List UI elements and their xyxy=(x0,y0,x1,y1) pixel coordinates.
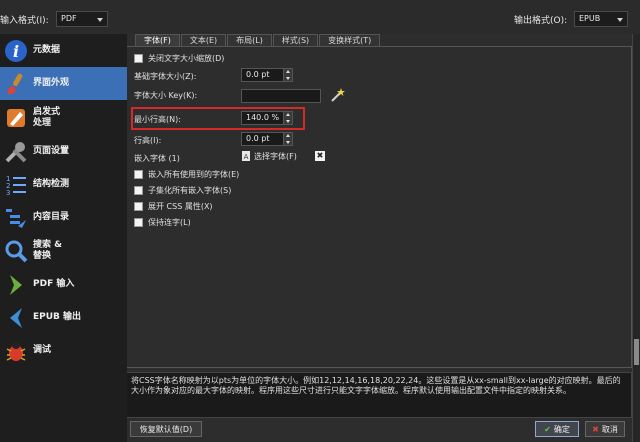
keep-ligatures-checkbox[interactable]: 保持连字(L) xyxy=(134,217,191,228)
sidebar-item-label: 内容目录 xyxy=(33,212,70,222)
sidebar-item-look-feel[interactable]: 界面外观 xyxy=(0,67,127,100)
numbered-list-icon: 123 xyxy=(3,172,29,198)
chevron-down-icon xyxy=(97,18,103,22)
magnifier-icon xyxy=(3,238,29,264)
sidebar-item-label: 元数据 xyxy=(33,45,61,55)
line-height-value: 0.0 pt xyxy=(246,134,270,143)
sidebar-item-structure[interactable]: 123 结构检测 xyxy=(0,168,127,201)
vertical-scrollbar[interactable] xyxy=(632,34,640,442)
sidebar-item-debug[interactable]: 调试 xyxy=(0,334,127,367)
font-key-label: 字体大小 Key(K): xyxy=(134,91,198,100)
chevron-down-icon xyxy=(617,18,623,22)
svg-text:i: i xyxy=(13,42,19,61)
input-format-select[interactable]: PDF xyxy=(56,11,108,27)
tab-styling[interactable]: 样式(S) xyxy=(272,34,319,46)
subset-fonts-checkbox[interactable]: 子集化所有嵌入字体(S) xyxy=(134,185,231,196)
sidebar-item-search-replace[interactable]: 搜索 & 替换 xyxy=(0,234,127,268)
svg-text:3: 3 xyxy=(6,189,10,197)
expand-css-label: 展开 CSS 属性(X) xyxy=(148,202,213,211)
sidebar: i 元数据 界面外观 启发式 处理 页面设置 123 结构检测 内容目录 搜索 … xyxy=(0,34,127,442)
tools-icon xyxy=(3,139,29,165)
scrollbar-thumb[interactable] xyxy=(634,339,639,365)
pencil-icon xyxy=(3,105,29,131)
output-format-select[interactable]: EPUB xyxy=(574,11,628,27)
disable-scaling-label: 关闭文字大小缩放(D) xyxy=(148,54,225,63)
checkbox-box[interactable] xyxy=(134,218,143,227)
paintbrush-icon xyxy=(3,71,29,97)
sidebar-item-label: EPUB 输出 xyxy=(33,312,82,322)
line-height-spinbox[interactable]: 0.0 pt xyxy=(241,132,293,146)
sidebar-item-metadata[interactable]: i 元数据 xyxy=(0,34,127,67)
keep-ligatures-label: 保持连字(L) xyxy=(148,218,191,227)
help-text-box: 将CSS字体名称映射为以pts为单位的字体大小。例如12,12,14,16,18… xyxy=(127,372,632,418)
expand-css-checkbox[interactable]: 展开 CSS 属性(X) xyxy=(134,201,213,212)
tab-font[interactable]: 字体(F) xyxy=(135,34,180,46)
output-format-value: EPUB xyxy=(579,14,601,23)
sidebar-item-label: PDF 输入 xyxy=(33,279,75,289)
font-settings-panel: 关闭文字大小缩放(D) 基础字体大小(Z): 0.0 pt 字体大小 Key(K… xyxy=(127,46,632,368)
base-size-value: 0.0 pt xyxy=(246,70,270,79)
sidebar-item-label: 调试 xyxy=(33,345,52,355)
subset-fonts-label: 子集化所有嵌入字体(S) xyxy=(148,186,232,195)
sidebar-item-pdf-input[interactable]: PDF 输入 xyxy=(0,268,127,301)
checkmark-icon: ✔ xyxy=(544,424,551,434)
sidebar-item-page-setup[interactable]: 页面设置 xyxy=(0,135,127,168)
checkbox-box[interactable] xyxy=(134,186,143,195)
output-format-label: 输出格式(O): xyxy=(514,16,568,26)
spinner-arrows-icon[interactable] xyxy=(283,69,292,81)
arrow-out-icon xyxy=(3,305,29,331)
embed-all-checkbox[interactable]: 嵌入所有使用到的字体(E) xyxy=(134,169,239,180)
sidebar-item-epub-output[interactable]: EPUB 输出 xyxy=(0,301,127,334)
disable-scaling-checkbox[interactable]: 关闭文字大小缩放(D) xyxy=(134,53,224,64)
font-key-input[interactable] xyxy=(241,89,321,103)
checkbox-box[interactable] xyxy=(134,202,143,211)
line-height-label: 行高(I): xyxy=(134,136,162,145)
restore-defaults-button[interactable]: 恢复默认值(D) xyxy=(130,421,202,437)
sidebar-item-label: 启发式 处理 xyxy=(33,107,61,128)
magic-wand-icon[interactable] xyxy=(329,87,345,103)
sidebar-item-label: 结构检测 xyxy=(33,179,70,189)
sidebar-item-heuristics[interactable]: 启发式 处理 xyxy=(0,101,127,135)
embed-all-label: 嵌入所有使用到的字体(E) xyxy=(148,170,240,179)
checkbox-box[interactable] xyxy=(134,170,143,179)
min-line-height-label: 最小行高(N): xyxy=(134,115,181,124)
format-bar: 输入格式(I): PDF 输出格式(O): EPUB xyxy=(0,0,640,34)
main-panel: 字体(F) 文本(E) 布局(L) 样式(S) 变换样式(T) 关闭文字大小缩放… xyxy=(127,34,640,442)
min-line-height-spinbox[interactable]: 140.0 % xyxy=(241,111,293,125)
font-file-icon: A xyxy=(241,151,251,161)
spinner-arrows-icon[interactable] xyxy=(283,112,292,124)
tab-layout[interactable]: 布局(L) xyxy=(227,34,272,46)
tab-text[interactable]: 文本(E) xyxy=(180,34,227,46)
svg-text:A: A xyxy=(244,153,249,161)
sidebar-item-label: 界面外观 xyxy=(33,78,70,88)
tab-bar: 字体(F) 文本(E) 布局(L) 样式(S) 变换样式(T) xyxy=(135,34,381,46)
input-format-label: 输入格式(I): xyxy=(0,16,49,26)
min-line-height-value: 140.0 % xyxy=(246,113,280,122)
cancel-x-icon: ✖ xyxy=(592,424,599,434)
tab-transform-styles[interactable]: 变换样式(T) xyxy=(319,34,381,46)
base-size-spinbox[interactable]: 0.0 pt xyxy=(241,68,293,82)
checkbox-box[interactable] xyxy=(134,54,143,63)
embed-font-label: 嵌入字体 (1) xyxy=(134,154,180,163)
sidebar-item-label: 页面设置 xyxy=(33,146,70,156)
arrow-in-icon xyxy=(3,272,29,298)
toc-icon xyxy=(3,205,29,231)
cancel-label: 取消 xyxy=(601,424,618,434)
cancel-button[interactable]: ✖ 取消 xyxy=(585,421,625,437)
base-size-label: 基础字体大小(Z): xyxy=(134,72,197,81)
input-format-value: PDF xyxy=(61,14,77,23)
choose-font-label: 选择字体(F) xyxy=(254,151,297,161)
info-icon: i xyxy=(3,38,29,64)
bug-icon xyxy=(3,338,29,364)
spinner-arrows-icon[interactable] xyxy=(283,133,292,145)
sidebar-item-toc[interactable]: 内容目录 xyxy=(0,201,127,234)
ok-label: 确定 xyxy=(553,424,570,434)
choose-font-button[interactable]: A 选择字体(F) xyxy=(241,149,309,163)
ok-button[interactable]: ✔ 确定 xyxy=(535,421,579,437)
sidebar-item-label: 搜索 & 替换 xyxy=(33,240,62,261)
clear-font-icon[interactable]: ✖ xyxy=(315,151,325,161)
